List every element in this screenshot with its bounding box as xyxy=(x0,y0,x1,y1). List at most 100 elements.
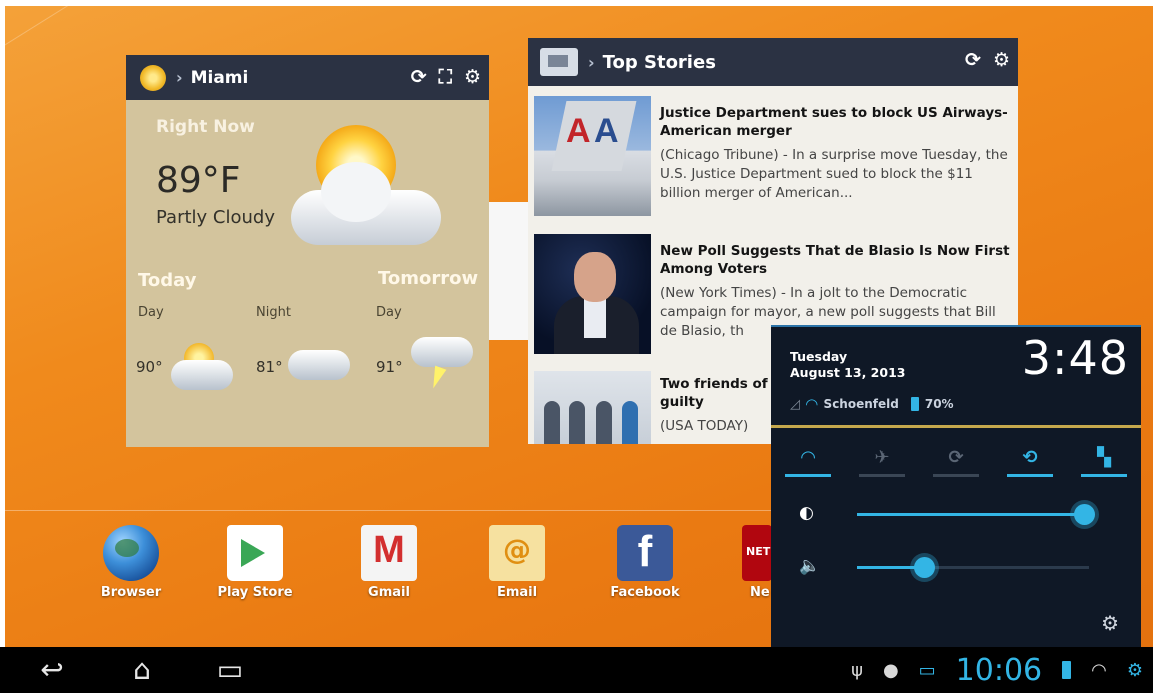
brightness-slider[interactable]: ◐ xyxy=(771,494,1141,534)
volume-track[interactable] xyxy=(857,557,1089,578)
back-button[interactable]: ↩ xyxy=(22,652,82,688)
android-icon: ● xyxy=(882,659,899,681)
app-play-store[interactable]: Play Store xyxy=(210,525,300,600)
refresh-icon[interactable]: ⟳ xyxy=(965,46,981,74)
app-browser[interactable]: Browser xyxy=(86,525,176,600)
gear-icon[interactable]: ⚙ xyxy=(464,63,481,91)
news-header: › Top Stories ⟳ ⚙ xyxy=(528,38,1018,86)
system-bar: ↩ ⌂ ▭ ψ ● ▭ 10:06 ◠ ⚙ xyxy=(0,647,1153,693)
left-edge xyxy=(0,0,5,693)
airplane-icon: ✈ xyxy=(874,446,890,468)
wifi-icon: ◠ xyxy=(801,446,815,468)
globe-icon xyxy=(103,525,159,581)
notification-panel[interactable]: Tuesday August 13, 2013 3:48 ◿ ◠ Schoenf… xyxy=(771,325,1141,647)
volume-knob[interactable] xyxy=(914,557,935,578)
news-headline: New Poll Suggests That de Blasio Is Now … xyxy=(660,243,1010,277)
system-clock: 10:06 xyxy=(955,652,1043,688)
toggle-wifi[interactable]: ◠ xyxy=(778,435,838,479)
storm-cloud-icon xyxy=(411,337,473,367)
network-name: Schoenfeld xyxy=(823,397,899,411)
facebook-icon xyxy=(617,525,673,581)
weather-city[interactable]: Miami xyxy=(191,68,249,88)
fullscreen-icon[interactable]: ⛶ xyxy=(439,63,452,91)
recent-apps-button[interactable]: ▭ xyxy=(200,652,260,688)
settings-gear-icon[interactable]: ⚙ xyxy=(1101,611,1119,635)
news-thumbnail: AA xyxy=(534,96,651,216)
current-condition: Partly Cloudy xyxy=(156,207,275,228)
quick-toggles: ◠ ✈ ⟳ ⟲ ▚ xyxy=(771,432,1141,482)
network-icon: ▚ xyxy=(1097,446,1111,468)
app-gmail[interactable]: Gmail xyxy=(344,525,434,600)
battery-icon xyxy=(910,397,919,411)
panel-clock: 3:48 xyxy=(1021,331,1129,385)
status-area[interactable]: ψ ● ▭ 10:06 ◠ ⚙ xyxy=(851,647,1143,693)
app-label: Browser xyxy=(100,585,162,600)
gear-icon[interactable]: ⚙ xyxy=(993,46,1010,74)
brightness-track[interactable] xyxy=(857,504,1095,525)
weather-header-actions: ⟳ ⛶ ⚙ xyxy=(411,63,481,91)
panel-status-row: ◿ ◠ Schoenfeld 70% xyxy=(790,395,954,413)
right-now-label: Right Now xyxy=(156,117,255,137)
panel-day: Tuesday xyxy=(790,349,848,364)
toggle-screen-rotation[interactable]: ⟲ xyxy=(1000,435,1060,479)
today-label: Today xyxy=(138,270,197,291)
refresh-icon[interactable]: ⟳ xyxy=(411,63,427,91)
battery-percent: 70% xyxy=(924,397,954,411)
forecast-period-label: Day xyxy=(138,305,164,320)
partly-cloudy-cloud-icon xyxy=(291,162,441,245)
sync-icon: ⟳ xyxy=(948,446,964,468)
cloud-icon xyxy=(171,360,233,390)
signal-icon: ◿ xyxy=(790,396,800,412)
app-label: Ne xyxy=(750,585,770,600)
news-headline: Justice Department sues to block US Airw… xyxy=(660,105,1008,139)
weather-header: › Miami ⟳ ⛶ ⚙ xyxy=(126,55,489,100)
panel-divider xyxy=(771,425,1141,428)
panel-date: August 13, 2013 xyxy=(790,365,906,380)
dock-divider xyxy=(5,510,771,511)
email-icon xyxy=(489,525,545,581)
sun-icon xyxy=(140,64,166,91)
news-header-actions: ⟳ ⚙ xyxy=(965,46,1010,74)
chevron-right-icon: › xyxy=(176,68,183,87)
toggle-bluetooth[interactable]: ▚ xyxy=(1074,435,1134,479)
wifi-icon: ◠ xyxy=(1091,659,1107,681)
laptop-icon: ▭ xyxy=(918,659,936,681)
news-thumbnail xyxy=(534,371,651,444)
app-facebook[interactable]: Facebook xyxy=(600,525,690,600)
current-temperature: 89°F xyxy=(156,160,241,201)
volume-icon: 🔈 xyxy=(799,556,821,576)
tomorrow-label: Tomorrow xyxy=(378,268,479,289)
forecast-period-label: Night xyxy=(256,305,291,320)
news-summary: (Chicago Tribune) - In a surprise move T… xyxy=(660,147,1008,201)
wifi-icon: ◠ xyxy=(806,395,818,413)
forecast-temp: 91° xyxy=(376,358,403,376)
volume-slider[interactable]: 🔈 xyxy=(771,547,1141,587)
home-button[interactable]: ⌂ xyxy=(112,652,172,688)
newspaper-icon xyxy=(540,48,578,76)
weather-widget[interactable]: › Miami ⟳ ⛶ ⚙ Right Now 89°F Partly Clou… xyxy=(126,55,489,447)
app-email[interactable]: Email xyxy=(472,525,562,600)
settings-icon: ⚙ xyxy=(1126,659,1143,681)
news-item[interactable]: AA Justice Department sues to block US A… xyxy=(534,96,1014,221)
cloud-icon xyxy=(288,350,350,380)
news-section-title[interactable]: Top Stories xyxy=(603,52,716,73)
forecast-period-label: Day xyxy=(376,305,402,320)
app-label: Email xyxy=(496,585,538,600)
toggle-auto-sync[interactable]: ⟳ xyxy=(926,435,986,479)
brightness-knob[interactable] xyxy=(1074,504,1095,525)
app-label: Gmail xyxy=(368,585,410,600)
lightning-icon xyxy=(427,365,447,391)
top-edge xyxy=(0,0,1153,6)
netflix-icon xyxy=(742,525,772,581)
forecast-temp: 90° xyxy=(136,358,163,376)
widget-page-handle[interactable] xyxy=(489,202,529,340)
brightness-icon: ◐ xyxy=(799,503,814,523)
app-netflix[interactable]: Ne xyxy=(722,525,772,600)
battery-icon xyxy=(1062,661,1072,679)
chevron-right-icon: › xyxy=(588,52,595,72)
app-label: Facebook xyxy=(610,585,680,600)
toggle-airplane[interactable]: ✈ xyxy=(852,435,912,479)
play-store-icon xyxy=(227,525,283,581)
gmail-icon xyxy=(361,525,417,581)
news-thumbnail xyxy=(534,234,651,354)
